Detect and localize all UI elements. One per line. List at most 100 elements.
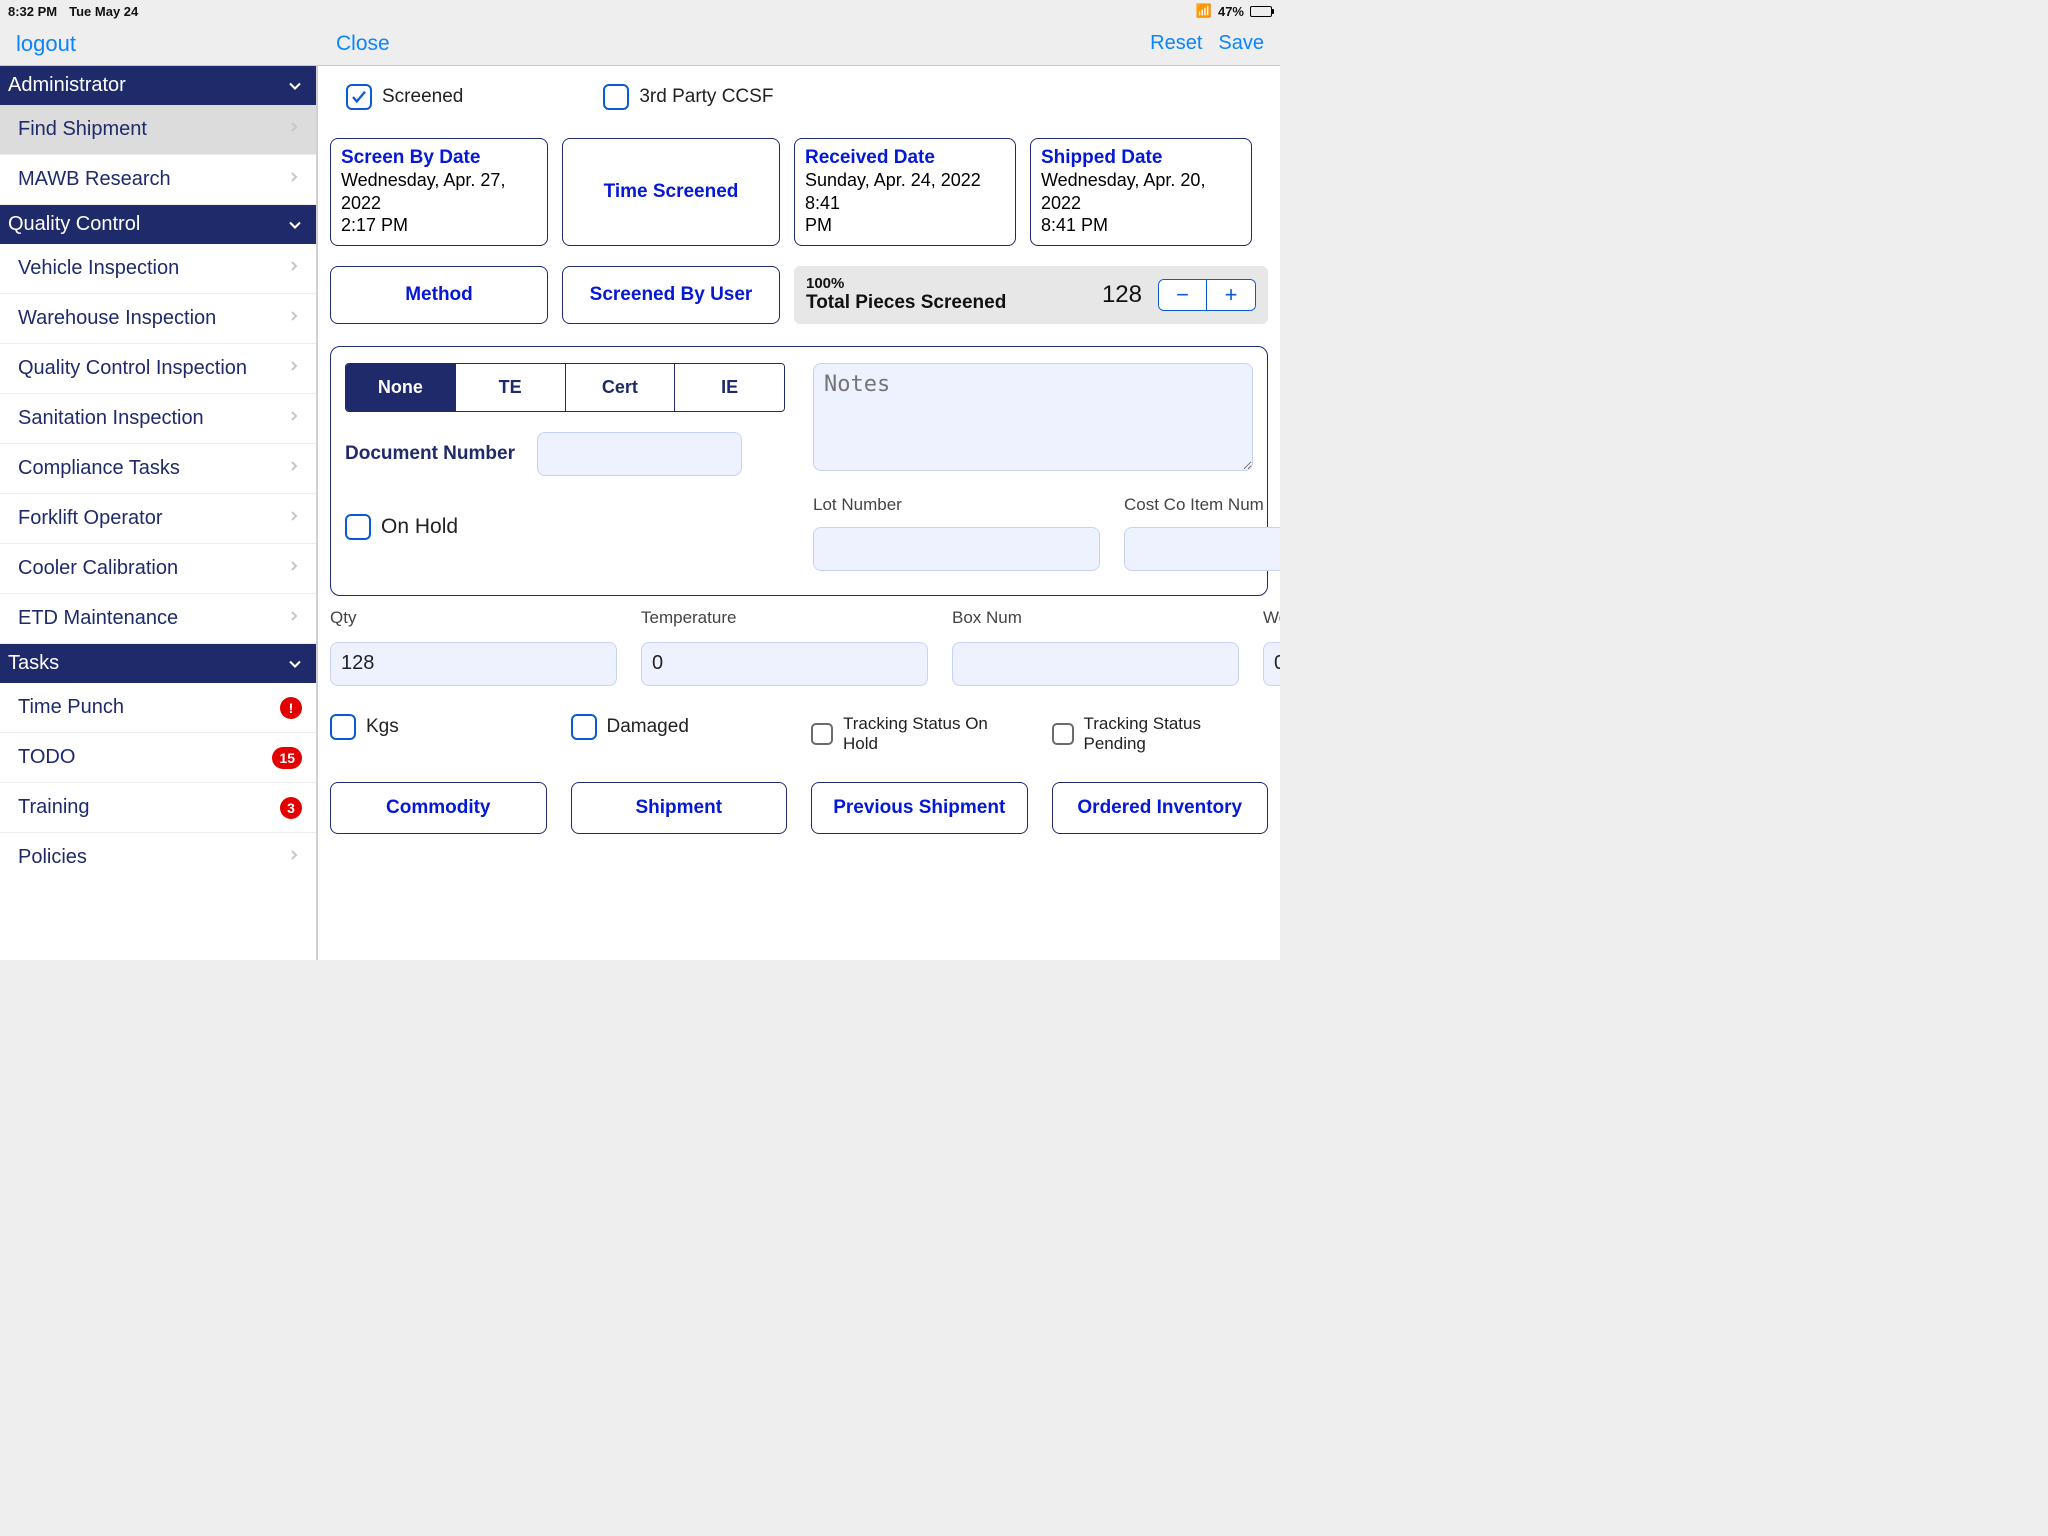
- checkbox-icon: [345, 514, 371, 540]
- chevron-down-icon: [284, 75, 306, 97]
- checkbox-screened[interactable]: Screened: [346, 84, 463, 110]
- method-button[interactable]: Method: [330, 266, 548, 324]
- sidebar-item-training[interactable]: Training 3: [0, 783, 316, 833]
- weight-input[interactable]: [1263, 642, 1280, 686]
- close-button[interactable]: Close: [336, 32, 390, 56]
- sidebar-item-time-punch[interactable]: Time Punch !: [0, 683, 316, 733]
- qty-input[interactable]: [330, 642, 617, 686]
- pieces-label: Total Pieces Screened: [806, 292, 1086, 314]
- costco-item-input[interactable]: [1124, 527, 1280, 571]
- sidebar-item-label: TODO: [18, 746, 75, 769]
- sidebar-item-label: Time Punch: [18, 696, 124, 719]
- chevron-right-icon: [286, 407, 302, 430]
- checkbox-icon: [811, 723, 833, 745]
- section-title: Tasks: [8, 652, 59, 675]
- time-screened-button[interactable]: Time Screened: [562, 138, 780, 246]
- ordered-inventory-button[interactable]: Ordered Inventory: [1052, 782, 1269, 834]
- checkbox-tracking-hold[interactable]: Tracking Status On Hold: [811, 714, 1028, 754]
- lot-number-input[interactable]: [813, 527, 1100, 571]
- chevron-right-icon: [286, 457, 302, 480]
- checkbox-kgs[interactable]: Kgs: [330, 714, 547, 740]
- card-line1: Sunday, Apr. 24, 2022 8:41: [805, 169, 1005, 214]
- chevron-right-icon: [286, 118, 302, 141]
- total-pieces-box: 100% Total Pieces Screened 128 − +: [794, 266, 1268, 324]
- sidebar-item-etd-maintenance[interactable]: ETD Maintenance: [0, 594, 316, 644]
- sidebar-item-forklift-operator[interactable]: Forklift Operator: [0, 494, 316, 544]
- checkbox-3rd-party-ccsf[interactable]: 3rd Party CCSF: [603, 84, 773, 110]
- section-administrator[interactable]: Administrator: [0, 66, 316, 105]
- status-bar: 8:32 PM Tue May 24 47%: [0, 0, 1280, 22]
- checkbox-label: Screened: [382, 86, 463, 108]
- checkbox-label: On Hold: [381, 515, 458, 539]
- checkbox-icon: [1052, 723, 1074, 745]
- logout-button[interactable]: logout: [16, 31, 76, 57]
- checkbox-label: Damaged: [607, 716, 689, 738]
- sidebar-item-label: ETD Maintenance: [18, 607, 178, 630]
- card-title: Shipped Date: [1041, 147, 1241, 169]
- weight-label: Weight: [1263, 608, 1280, 628]
- seg-te[interactable]: TE: [456, 364, 566, 411]
- checkbox-tracking-pending[interactable]: Tracking Status Pending: [1052, 714, 1269, 754]
- sidebar-item-find-shipment[interactable]: Find Shipment: [0, 105, 316, 155]
- sidebar-item-label: Cooler Calibration: [18, 557, 178, 580]
- screened-by-user-button[interactable]: Screened By User: [562, 266, 780, 324]
- chevron-right-icon: [286, 168, 302, 191]
- sidebar-item-label: Warehouse Inspection: [18, 307, 216, 330]
- notes-textarea[interactable]: [813, 363, 1253, 471]
- checkbox-on-hold[interactable]: On Hold: [345, 514, 785, 540]
- document-number-label: Document Number: [345, 443, 515, 465]
- sidebar-item-mawb-research[interactable]: MAWB Research: [0, 155, 316, 205]
- chevron-right-icon: [286, 357, 302, 380]
- card-line2: 8:41 PM: [1041, 214, 1241, 237]
- save-button[interactable]: Save: [1218, 32, 1264, 55]
- costco-item-label: Cost Co Item Num: [1124, 495, 1280, 515]
- sidebar-item-todo[interactable]: TODO 15: [0, 733, 316, 783]
- section-quality-control[interactable]: Quality Control: [0, 205, 316, 244]
- checkbox-label: Tracking Status Pending: [1084, 714, 1269, 754]
- chevron-right-icon: [286, 557, 302, 580]
- lot-number-label: Lot Number: [813, 495, 1100, 515]
- document-number-input[interactable]: [537, 432, 742, 476]
- stepper-minus[interactable]: −: [1159, 280, 1207, 310]
- sidebar-item-cooler-calibration[interactable]: Cooler Calibration: [0, 544, 316, 594]
- count-badge: 3: [280, 797, 302, 819]
- qty-label: Qty: [330, 608, 617, 628]
- box-num-input[interactable]: [952, 642, 1239, 686]
- status-time: 8:32 PM: [8, 4, 57, 19]
- card-line1: Wednesday, Apr. 20, 2022: [1041, 169, 1241, 214]
- sidebar-item-label: Compliance Tasks: [18, 457, 180, 480]
- sidebar-item-policies[interactable]: Policies: [0, 833, 316, 882]
- box-num-label: Box Num: [952, 608, 1239, 628]
- temperature-label: Temperature: [641, 608, 928, 628]
- seg-ie[interactable]: IE: [675, 364, 784, 411]
- sidebar-item-qc-inspection[interactable]: Quality Control Inspection: [0, 344, 316, 394]
- section-tasks[interactable]: Tasks: [0, 644, 316, 683]
- sidebar-item-warehouse-inspection[interactable]: Warehouse Inspection: [0, 294, 316, 344]
- commodity-button[interactable]: Commodity: [330, 782, 547, 834]
- sidebar-item-compliance-tasks[interactable]: Compliance Tasks: [0, 444, 316, 494]
- sidebar: Administrator Find Shipment MAWB Researc…: [0, 66, 318, 960]
- shipped-date-card[interactable]: Shipped Date Wednesday, Apr. 20, 2022 8:…: [1030, 138, 1252, 246]
- seg-none[interactable]: None: [346, 364, 456, 411]
- temperature-input[interactable]: [641, 642, 928, 686]
- sidebar-item-vehicle-inspection[interactable]: Vehicle Inspection: [0, 244, 316, 294]
- chevron-right-icon: [286, 257, 302, 280]
- sidebar-item-label: Policies: [18, 846, 87, 869]
- sidebar-item-label: Sanitation Inspection: [18, 407, 204, 430]
- checkbox-damaged[interactable]: Damaged: [571, 714, 788, 740]
- pieces-value: 128: [1102, 281, 1142, 309]
- main-form: Screened 3rd Party CCSF Screen By Date W…: [318, 66, 1280, 960]
- reset-button[interactable]: Reset: [1150, 32, 1202, 55]
- shipment-button[interactable]: Shipment: [571, 782, 788, 834]
- stepper-plus[interactable]: +: [1207, 280, 1255, 310]
- checkbox-icon: [571, 714, 597, 740]
- seg-cert[interactable]: Cert: [566, 364, 676, 411]
- screen-by-date-card[interactable]: Screen By Date Wednesday, Apr. 27, 2022 …: [330, 138, 548, 246]
- app-bar: logout Close Reset Save: [0, 22, 1280, 66]
- checkbox-icon: [330, 714, 356, 740]
- previous-shipment-button[interactable]: Previous Shipment: [811, 782, 1028, 834]
- sidebar-item-label: Training: [18, 796, 90, 819]
- received-date-card[interactable]: Received Date Sunday, Apr. 24, 2022 8:41…: [794, 138, 1016, 246]
- checkbox-label: 3rd Party CCSF: [639, 86, 773, 108]
- sidebar-item-sanitation-inspection[interactable]: Sanitation Inspection: [0, 394, 316, 444]
